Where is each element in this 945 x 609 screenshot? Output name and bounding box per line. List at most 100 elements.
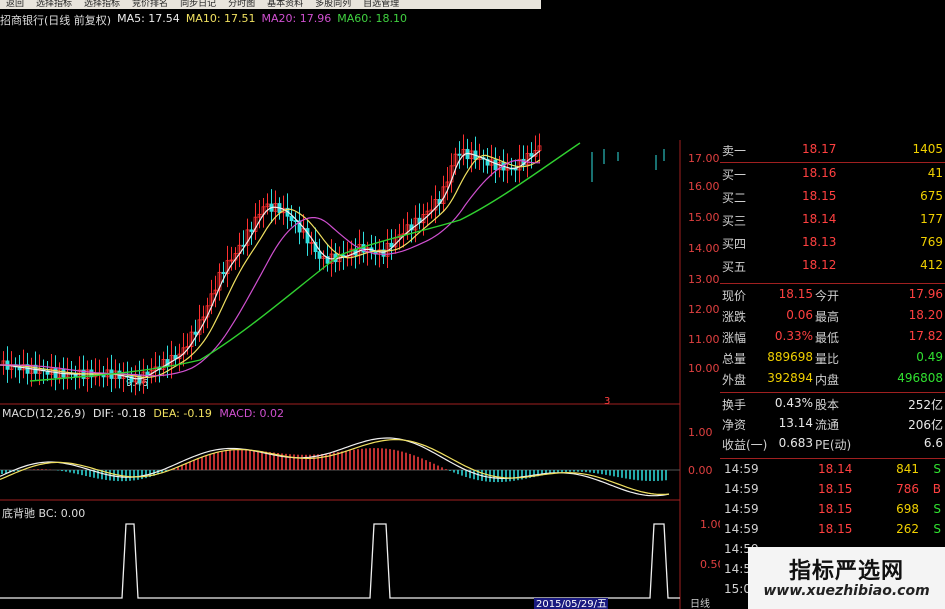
macd-name: MACD(12,26,9)	[2, 407, 86, 420]
fund-value: 252亿	[908, 398, 943, 412]
buy-label: 买三	[722, 214, 747, 228]
stat-label: 涨跌	[722, 310, 747, 324]
macd-value: MACD: 0.02	[219, 407, 284, 420]
candle-body	[249, 229, 254, 232]
tick-price: 18.15	[818, 522, 853, 536]
buy-label: 买二	[722, 191, 747, 205]
stat-row: 总量 889698 量比 0.49	[720, 350, 945, 370]
bc-line-group	[0, 523, 680, 599]
buy-price: 18.12	[802, 258, 837, 272]
tick-time: 14:59	[724, 462, 759, 476]
price-tick: 10.00	[688, 362, 720, 375]
tick-price: 18.15	[818, 502, 853, 516]
bc-header: 底背驰 BC: 0.00	[2, 507, 86, 520]
divider	[720, 162, 945, 163]
tick-row: 14:59 18.15 262 S	[720, 522, 945, 542]
fund-row: 净资 13.14 流通 206亿	[720, 416, 945, 436]
tick-volume: 698	[896, 502, 919, 516]
candle-body	[221, 271, 226, 274]
buy-label: 买一	[722, 168, 747, 182]
stat-label: 涨幅	[722, 331, 747, 345]
macd-dif: DIF: -0.18	[93, 407, 146, 420]
ma5-line	[0, 150, 541, 380]
buy-price: 18.15	[802, 189, 837, 203]
stat-row: 现价 18.15 今开 17.96	[720, 287, 945, 307]
date-cursor: 2015/05/29/五	[536, 599, 607, 609]
candles-group	[1, 133, 665, 396]
price-tick: 11.00	[688, 333, 720, 346]
fund-label: 换手	[722, 398, 747, 412]
price-tick: 17.00	[688, 152, 720, 165]
watermark-logo: 指标严选网 www.xuezhibiao.com	[748, 547, 945, 609]
tick-volume: 262	[896, 522, 919, 536]
stat-value: 0.49	[916, 350, 943, 364]
sell-row: 卖一 18.17 1405	[720, 142, 945, 162]
tick-volume: 786	[896, 482, 919, 496]
buy-label: 买四	[722, 237, 747, 251]
fund-value: 0.43%	[774, 396, 813, 410]
buy-volume: 412	[920, 258, 943, 272]
watermark-title: 指标严选网	[788, 559, 904, 584]
price-tick: 14.00	[688, 242, 720, 255]
bc-tick: 0.50	[700, 558, 720, 571]
sell-volume: 1405	[912, 142, 943, 156]
candle-body	[493, 159, 498, 171]
stat-label: 量比	[815, 352, 840, 366]
candle-body	[457, 153, 462, 156]
marker-label: 3	[604, 396, 610, 407]
divider	[720, 283, 945, 284]
ma10-line	[0, 154, 541, 378]
buy-price: 18.14	[802, 212, 837, 226]
fund-value: 0.683	[778, 436, 813, 450]
fund-value: 6.6	[923, 436, 943, 450]
stat-label: 最低	[815, 331, 840, 345]
candle-body	[289, 215, 294, 222]
buy-price: 18.16	[802, 166, 837, 180]
fund-label: 流通	[815, 418, 840, 432]
divider	[720, 458, 945, 459]
bc-tick: 1.00	[700, 518, 720, 531]
tick-side: S	[933, 522, 941, 536]
buy-row: 买三 18.14 177	[720, 212, 945, 232]
buy-price: 18.13	[802, 235, 837, 249]
stat-value: 17.82	[908, 329, 943, 343]
quote-panel: 卖一 18.17 1405 买一 18.16 41 买二 18.15 675 买三 18.14…	[720, 140, 945, 609]
buy-label: 买五	[722, 260, 747, 274]
macd-header: MACD(12,26,9) DIF: -0.18 DEA: -0.19 MACD…	[2, 407, 284, 420]
stat-value: 392894	[767, 371, 813, 385]
price-tick: 15.00	[688, 211, 720, 224]
tick-side: S	[933, 462, 941, 476]
tick-time: 14:59	[724, 522, 759, 536]
macd-tick: 1.00	[688, 426, 713, 439]
divider	[720, 392, 945, 393]
kline-chart[interactable]: 17.00 16.00 15.00 14.00 13.00 12.00 11.0…	[0, 0, 720, 609]
ma-lines-group	[0, 142, 581, 382]
fund-label: 收益(一)	[722, 438, 768, 452]
tick-side: S	[933, 502, 941, 516]
fund-value: 13.14	[778, 416, 813, 430]
macd-tick: 0.00	[688, 464, 713, 477]
fund-label: 股本	[815, 398, 840, 412]
macd-dea: DEA: -0.19	[153, 407, 212, 420]
tick-price: 18.14	[818, 462, 853, 476]
stat-label: 今开	[815, 289, 840, 303]
tick-row: 14:59 18.15 786 B	[720, 482, 945, 502]
fund-row: 换手 0.43% 股本 252亿	[720, 396, 945, 416]
sell-price: 18.17	[802, 142, 837, 156]
buy-row: 买二 18.15 675	[720, 189, 945, 209]
stat-value: 496808	[897, 371, 943, 385]
fund-label: PE(动)	[815, 438, 852, 452]
stat-row: 外盘 392894 内盘 496808	[720, 371, 945, 391]
tick-time: 14:59	[724, 502, 759, 516]
price-tick: 13.00	[688, 273, 720, 286]
stat-label: 总量	[722, 352, 747, 366]
buy-row: 买四 18.13 769	[720, 235, 945, 255]
ma20-line	[0, 159, 540, 377]
stat-row: 涨幅 0.33% 最低 17.82	[720, 329, 945, 349]
stat-label: 内盘	[815, 373, 840, 387]
stat-label: 现价	[722, 289, 747, 303]
price-tick: 16.00	[688, 180, 720, 193]
ma60-line	[29, 142, 581, 382]
tick-row: 14:59 18.15 698 S	[720, 502, 945, 522]
tick-row: 14:59 18.14 841 S	[720, 462, 945, 482]
